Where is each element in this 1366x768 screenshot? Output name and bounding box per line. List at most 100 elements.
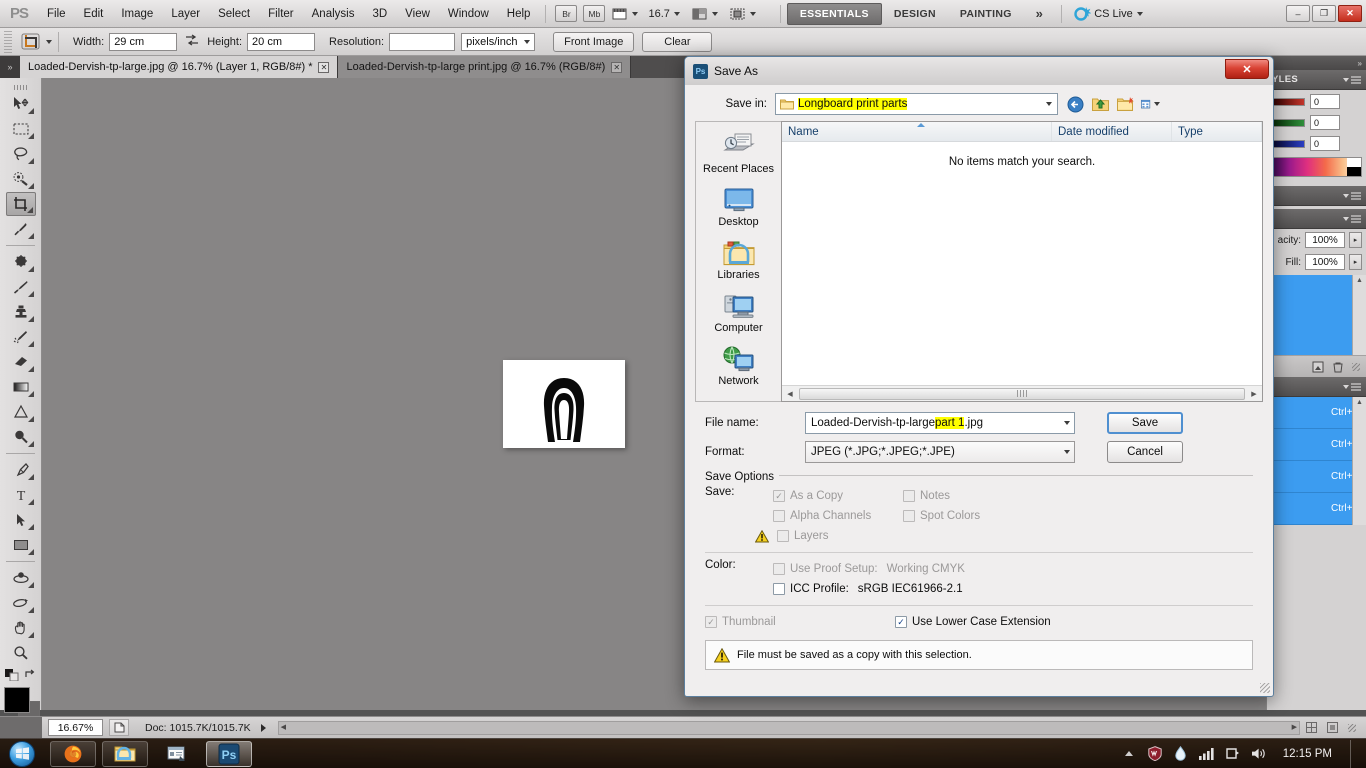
workspace-more-button[interactable]: » — [1024, 2, 1056, 25]
brush-tool[interactable] — [6, 275, 36, 299]
format-chevron-down-icon[interactable] — [1056, 442, 1074, 462]
swap-width-height-button[interactable] — [185, 34, 199, 49]
horizontal-scroll-track[interactable]: ◀ ▶ — [277, 720, 1300, 735]
channels-scrollbar[interactable]: ▲ — [1352, 397, 1366, 525]
red-value-input[interactable]: 0 — [1310, 94, 1340, 109]
resolution-input[interactable] — [389, 32, 456, 51]
quick-selection-tool[interactable] — [6, 167, 36, 191]
channels-panel-header[interactable] — [1267, 377, 1366, 397]
close-button[interactable]: ✕ — [1338, 5, 1362, 22]
red-slider[interactable] — [1271, 97, 1305, 106]
panel-menu-icon[interactable] — [1339, 382, 1361, 391]
horizontal-type-tool[interactable]: T — [6, 483, 36, 507]
eyedropper-tool[interactable] — [6, 217, 36, 241]
checkbox-row-as-a-copy[interactable]: ✓ As a Copy — [773, 486, 903, 506]
scroll-right-arrow-icon[interactable]: ▶ — [1292, 723, 1297, 731]
place-computer[interactable]: Computer — [696, 291, 781, 336]
color-spectrum-bar[interactable] — [1271, 157, 1362, 177]
place-network[interactable]: Network — [696, 344, 781, 389]
dodge-tool[interactable] — [6, 425, 36, 449]
document-tab-1-close-icon[interactable]: ✕ — [318, 61, 330, 73]
file-name-input[interactable]: Loaded-Dervish-tp-large part 1 .jpg — [805, 412, 1075, 434]
lasso-tool[interactable] — [6, 142, 36, 166]
gradient-tool[interactable] — [6, 375, 36, 399]
place-recent-places[interactable]: Recent Places — [696, 128, 781, 177]
minimize-button[interactable]: – — [1286, 5, 1310, 22]
checkbox-row-alpha-channels[interactable]: Alpha Channels — [773, 506, 903, 526]
layers-scrollbar[interactable]: ▲ — [1352, 275, 1366, 355]
checkbox-row-spot-colors[interactable]: Spot Colors — [903, 506, 1033, 526]
menu-file[interactable]: File — [38, 4, 75, 24]
current-tool-button[interactable] — [20, 32, 52, 52]
new-folder-icon[interactable] — [1116, 95, 1135, 114]
place-desktop[interactable]: Desktop — [696, 185, 781, 230]
save-button[interactable]: Save — [1107, 412, 1183, 434]
firefox-taskbar-button[interactable] — [50, 740, 96, 767]
delete-layer-trash-icon[interactable] — [1332, 361, 1344, 373]
checkbox-row-notes[interactable]: Notes — [903, 486, 1033, 506]
file-list[interactable]: Name Date modified Type No items match y… — [781, 121, 1263, 402]
notes-checkbox[interactable] — [903, 490, 915, 502]
thumbnail-checkbox[interactable]: ✓ — [705, 616, 717, 628]
security-shield-icon[interactable] — [1147, 746, 1163, 762]
launch-bridge-button[interactable]: Br — [555, 5, 578, 22]
workspace-design[interactable]: DESIGN — [882, 4, 948, 24]
show-hidden-icons-arrow-icon[interactable] — [1121, 746, 1137, 762]
scroll-up-arrow-icon[interactable]: ▲ — [1353, 275, 1366, 284]
hand-tool[interactable] — [6, 616, 36, 640]
save-as-close-button[interactable]: ✕ — [1225, 59, 1269, 79]
checkbox-row-use-lower-case-extension[interactable]: ✓ Use Lower Case Extension — [895, 612, 1051, 632]
icc-profile-checkbox[interactable] — [773, 583, 785, 595]
document-tab-2[interactable]: Loaded-Dervish-tp-large print.jpg @ 16.7… — [338, 56, 632, 78]
action-center-icon[interactable] — [1225, 746, 1241, 762]
up-one-level-icon[interactable] — [1091, 95, 1110, 114]
panel-resize-grip[interactable] — [1352, 362, 1360, 371]
menu-filter[interactable]: Filter — [259, 4, 303, 24]
menu-image[interactable]: Image — [112, 4, 162, 24]
path-selection-tool[interactable] — [6, 508, 36, 532]
color-swatches-styles-panel-header[interactable]: YLES — [1267, 70, 1366, 90]
column-header-date-modified[interactable]: Date modified — [1052, 122, 1172, 141]
as-a-copy-checkbox[interactable]: ✓ — [773, 490, 785, 502]
crop-tool[interactable] — [5, 192, 36, 216]
layers-panel-header[interactable] — [1267, 209, 1366, 229]
scroll-up-arrow-icon[interactable]: ▲ — [1353, 397, 1366, 406]
panel-menu-icon[interactable] — [1339, 191, 1361, 200]
workspace-painting[interactable]: PAINTING — [948, 4, 1024, 24]
move-tool[interactable] — [6, 92, 36, 116]
green-value-input[interactable]: 0 — [1310, 115, 1340, 130]
3d-camera-rotate-tool[interactable] — [6, 591, 36, 615]
spot-colors-checkbox[interactable] — [903, 510, 915, 522]
menu-3d[interactable]: 3D — [363, 4, 396, 24]
dialog-resize-grip[interactable] — [1260, 683, 1270, 693]
adjustments-panel-header[interactable] — [1267, 186, 1366, 206]
document-tab-2-close-icon[interactable]: ✕ — [611, 61, 623, 73]
image-canvas[interactable] — [503, 360, 625, 448]
document-info-button[interactable] — [109, 719, 129, 736]
fill-stepper[interactable]: ▸ — [1349, 254, 1362, 270]
volume-icon[interactable] — [1251, 746, 1267, 762]
panel-menu-icon[interactable] — [1339, 75, 1361, 84]
zoom-chevron-down-icon[interactable] — [673, 11, 680, 16]
cs-live-button[interactable]: CS Live — [1074, 5, 1143, 22]
save-as-titlebar[interactable]: Ps Save As ✕ — [685, 57, 1273, 85]
views-icon[interactable] — [1141, 95, 1160, 114]
clone-stamp-tool[interactable] — [6, 300, 36, 324]
3d-object-rotate-tool[interactable] — [6, 566, 36, 590]
pen-tool[interactable] — [6, 458, 36, 482]
layers-list[interactable]: ▲ — [1267, 275, 1366, 355]
opacity-input[interactable]: 100% — [1305, 232, 1345, 248]
menu-view[interactable]: View — [396, 4, 439, 24]
photoshop-taskbar-button[interactable]: Ps — [206, 740, 252, 767]
opacity-stepper[interactable]: ▸ — [1349, 232, 1362, 248]
arrange-documents-button[interactable] — [692, 7, 718, 21]
panel-menu-icon[interactable] — [1339, 214, 1361, 223]
menu-window[interactable]: Window — [439, 4, 498, 24]
place-libraries[interactable]: Libraries — [696, 238, 781, 283]
water-drop-icon[interactable] — [1173, 746, 1189, 762]
green-slider[interactable] — [1271, 118, 1305, 127]
crop-height-input[interactable]: 20 cm — [247, 32, 316, 51]
rectangle-tool[interactable] — [6, 533, 36, 557]
column-header-name[interactable]: Name — [782, 122, 1052, 141]
format-select[interactable]: JPEG (*.JPG;*.JPEG;*.JPE) — [805, 441, 1075, 463]
